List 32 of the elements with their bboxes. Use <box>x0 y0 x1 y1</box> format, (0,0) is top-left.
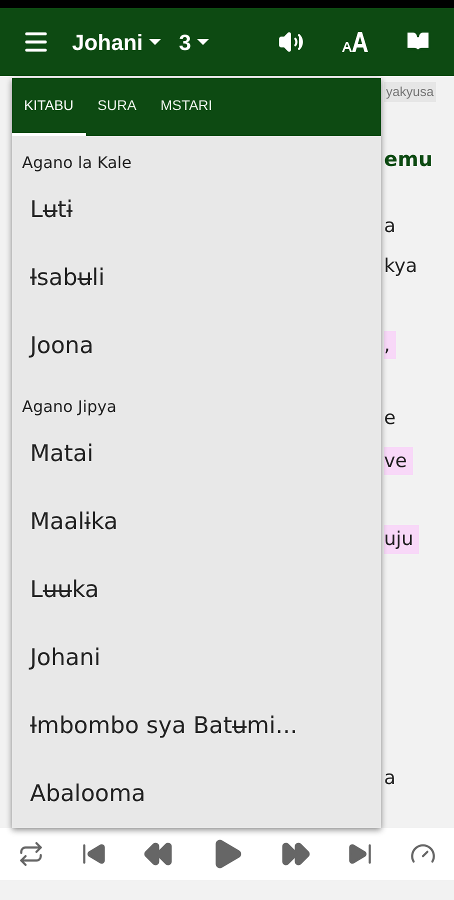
verse-text: a <box>384 766 397 790</box>
caret-icon <box>197 39 210 45</box>
repeat-icon[interactable] <box>18 841 44 867</box>
verse-text: kya <box>384 254 418 279</box>
book-dropdown[interactable]: Johani <box>72 26 161 58</box>
verse-text: uju <box>384 525 420 554</box>
book-item[interactable]: Matai <box>12 420 381 488</box>
verse-text: ve <box>384 446 413 475</box>
heading-text: emu <box>384 146 433 172</box>
book-item[interactable]: Joona <box>12 312 381 380</box>
chapter-dropdown[interactable]: 3 <box>178 26 210 58</box>
section-header: Agano la Kale <box>21 152 133 174</box>
skip-forward-icon[interactable] <box>347 841 374 867</box>
book-item[interactable]: Johani <box>12 624 381 692</box>
book-item[interactable]: Ɨmbombo sya Batʉmi... <box>12 692 381 760</box>
picker-tab[interactable]: MSTARI <box>148 78 224 136</box>
section-header: Agano Jipya <box>21 396 118 418</box>
picker-tab[interactable]: SURA <box>86 78 148 136</box>
book-item[interactable]: Maalɨka <box>12 488 381 556</box>
book-item[interactable]: Lʉʉka <box>12 556 381 624</box>
language-badge: yakyusa <box>384 82 436 102</box>
book-item[interactable]: Lʉtɨ <box>12 176 381 244</box>
caret-icon <box>148 39 161 45</box>
text-size-icon[interactable] <box>340 30 370 54</box>
book-item[interactable]: Ɨsabʉli <box>12 244 381 312</box>
verse-text: , <box>384 330 396 359</box>
book-item[interactable]: Abalooma <box>12 760 381 828</box>
speaker-icon[interactable] <box>278 29 304 55</box>
verse-text: a <box>384 214 397 238</box>
verse-text: e <box>384 406 397 431</box>
skip-back-icon[interactable] <box>80 841 107 867</box>
picker-tab[interactable]: KITABU <box>12 78 86 136</box>
